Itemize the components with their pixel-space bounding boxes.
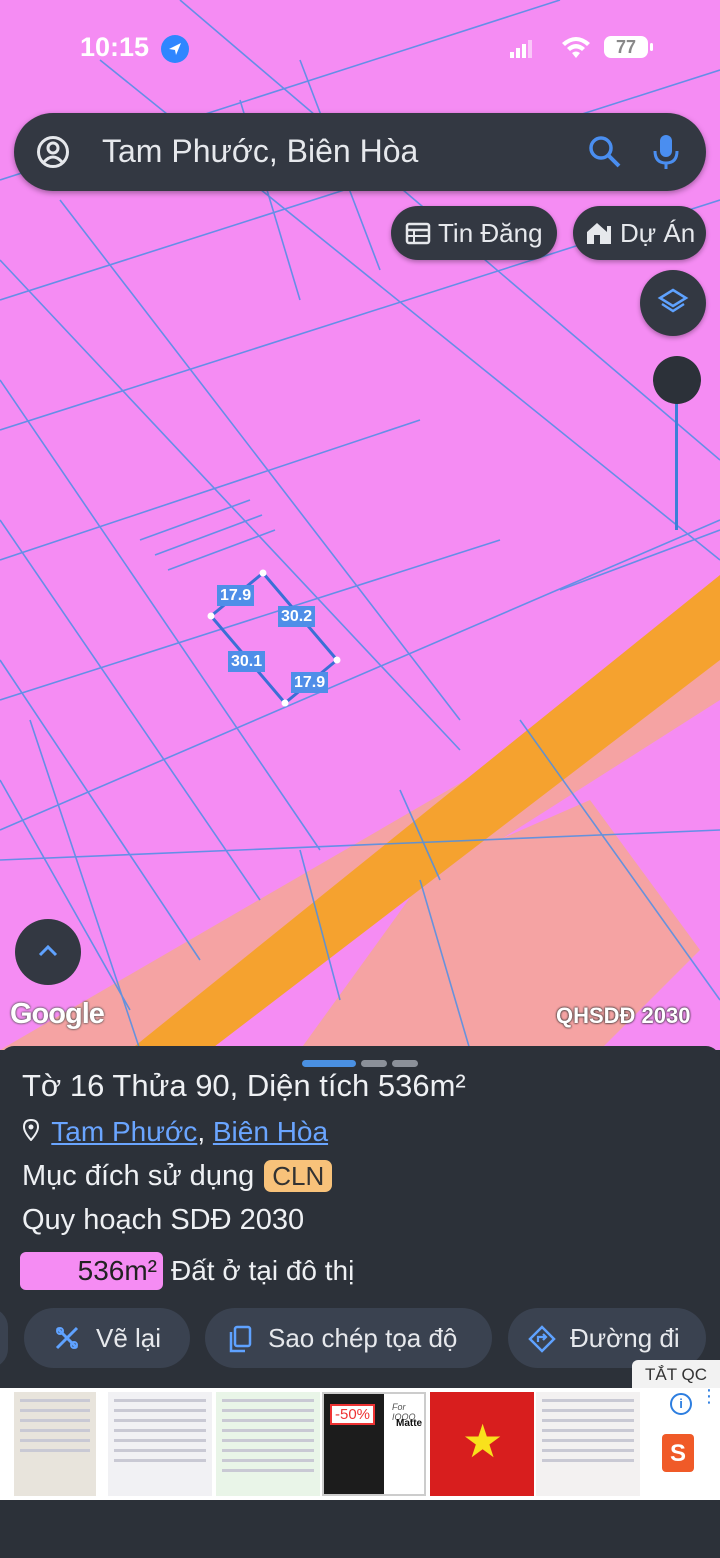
layers-button[interactable] bbox=[640, 270, 706, 336]
projects-chip[interactable]: Dự Án bbox=[573, 206, 706, 260]
microphone-icon[interactable] bbox=[652, 133, 680, 176]
parcel-title: Tờ 16 Thửa 90, Diện tích 536m² bbox=[22, 1068, 466, 1103]
ad-product-text: Matte bbox=[396, 1418, 423, 1429]
location-arrow-icon bbox=[161, 35, 189, 63]
calendar-icon bbox=[405, 222, 431, 245]
zone-row: 536m² Đất ở tại đô thị bbox=[20, 1252, 354, 1290]
redraw-icon bbox=[55, 1326, 79, 1350]
search-icon[interactable] bbox=[588, 135, 622, 174]
ad-info-icon[interactable]: i bbox=[670, 1393, 692, 1415]
copy-coordinates-label: Sao chép tọa độ bbox=[268, 1323, 458, 1353]
zone-area-swatch: 536m² bbox=[20, 1252, 163, 1290]
purpose-label: Mục đích sử dụng bbox=[22, 1160, 255, 1192]
status-bar: 10:15 77 bbox=[0, 30, 720, 70]
ad-product-image[interactable]: -50% For IQOO Matte bbox=[322, 1392, 426, 1496]
chevron-up-icon bbox=[38, 944, 58, 957]
parcel-info-sheet: Tờ 16 Thửa 90, Diện tích 536m² Tam Phước… bbox=[0, 1046, 720, 1388]
listings-chip-label: Tin Đăng bbox=[438, 218, 543, 248]
redraw-label: Vẽ lại bbox=[96, 1323, 162, 1353]
redraw-button[interactable]: Vẽ lại bbox=[24, 1308, 190, 1368]
google-logo: Google bbox=[10, 998, 105, 1030]
layers-icon bbox=[657, 288, 689, 313]
map-view[interactable]: 17.9 30.2 30.1 17.9 10:15 77 Tam Phước, … bbox=[0, 0, 720, 1050]
land-use-purpose: Mục đích sử dụng CLN bbox=[22, 1160, 333, 1193]
directions-icon bbox=[528, 1325, 556, 1353]
bottom-bar bbox=[0, 1500, 720, 1558]
purpose-code-badge: CLN bbox=[264, 1160, 333, 1192]
ad-product-image[interactable] bbox=[536, 1392, 640, 1496]
map-pin-icon bbox=[22, 1116, 44, 1148]
dimension-label-right: 30.2 bbox=[278, 606, 316, 627]
directions-button[interactable]: Đường đi bbox=[508, 1308, 706, 1368]
address-separator: , bbox=[197, 1116, 206, 1147]
status-time: 10:15 bbox=[80, 32, 150, 62]
cellular-signal-icon bbox=[510, 40, 534, 58]
city-link[interactable]: Biên Hòa bbox=[213, 1116, 328, 1147]
projects-chip-label: Dự Án bbox=[620, 218, 696, 248]
dimension-label-bottom: 17.9 bbox=[291, 672, 329, 693]
directions-label: Đường đi bbox=[570, 1323, 680, 1353]
discount-badge: -50% bbox=[330, 1404, 376, 1425]
listings-chip[interactable]: Tin Đăng bbox=[391, 206, 557, 260]
shopee-logo[interactable]: S bbox=[662, 1434, 694, 1472]
flag-star-icon: ★ bbox=[462, 1415, 504, 1467]
copy-coordinates-button[interactable]: Sao chép tọa độ bbox=[205, 1308, 492, 1368]
account-icon[interactable] bbox=[36, 135, 70, 174]
search-bar[interactable]: Tam Phước, Biên Hòa bbox=[14, 113, 706, 191]
opacity-slider-handle[interactable] bbox=[653, 356, 701, 404]
previous-action-button[interactable] bbox=[0, 1308, 8, 1368]
ad-product-image[interactable] bbox=[108, 1392, 212, 1496]
battery-icon: 77 bbox=[604, 36, 653, 58]
plan-label: Quy hoạch SDĐ 2030 bbox=[22, 1204, 305, 1236]
parcel-address: Tam Phước, Biên Hòa bbox=[22, 1116, 328, 1148]
zone-name: Đất ở tại đô thị bbox=[171, 1255, 355, 1286]
wifi-icon bbox=[560, 34, 592, 65]
copy-icon bbox=[229, 1325, 252, 1353]
ad-product-image[interactable]: ★ bbox=[430, 1392, 534, 1496]
building-icon bbox=[587, 223, 611, 244]
ad-product-image[interactable] bbox=[216, 1392, 320, 1496]
search-input[interactable]: Tam Phước, Biên Hòa bbox=[102, 133, 418, 170]
ad-product-image[interactable] bbox=[14, 1392, 96, 1496]
dimension-label-left: 30.1 bbox=[228, 651, 266, 672]
dimension-label-top: 17.9 bbox=[217, 585, 255, 606]
layer-name-label: QHSDĐ 2030 bbox=[556, 1003, 691, 1028]
ward-link[interactable]: Tam Phước bbox=[51, 1116, 197, 1147]
expand-button[interactable] bbox=[15, 919, 81, 985]
more-options-icon[interactable]: ⋮ bbox=[700, 1387, 718, 1405]
